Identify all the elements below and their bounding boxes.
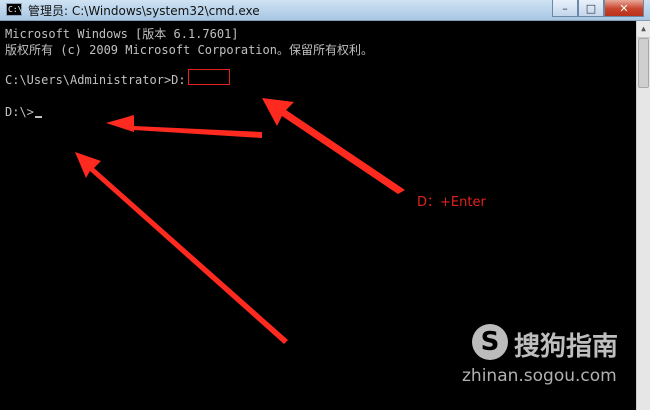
watermark-brand: 搜狗指南: [514, 332, 619, 362]
sogou-logo-icon: S: [472, 324, 508, 360]
watermark-url: zhinan.sogou.com: [462, 366, 617, 386]
arrow-to-prompt: [106, 115, 262, 138]
annotation-label: D：+Enter: [417, 195, 486, 210]
arrow-to-command: [262, 98, 405, 194]
arrow-long-diagonal: [75, 152, 288, 344]
